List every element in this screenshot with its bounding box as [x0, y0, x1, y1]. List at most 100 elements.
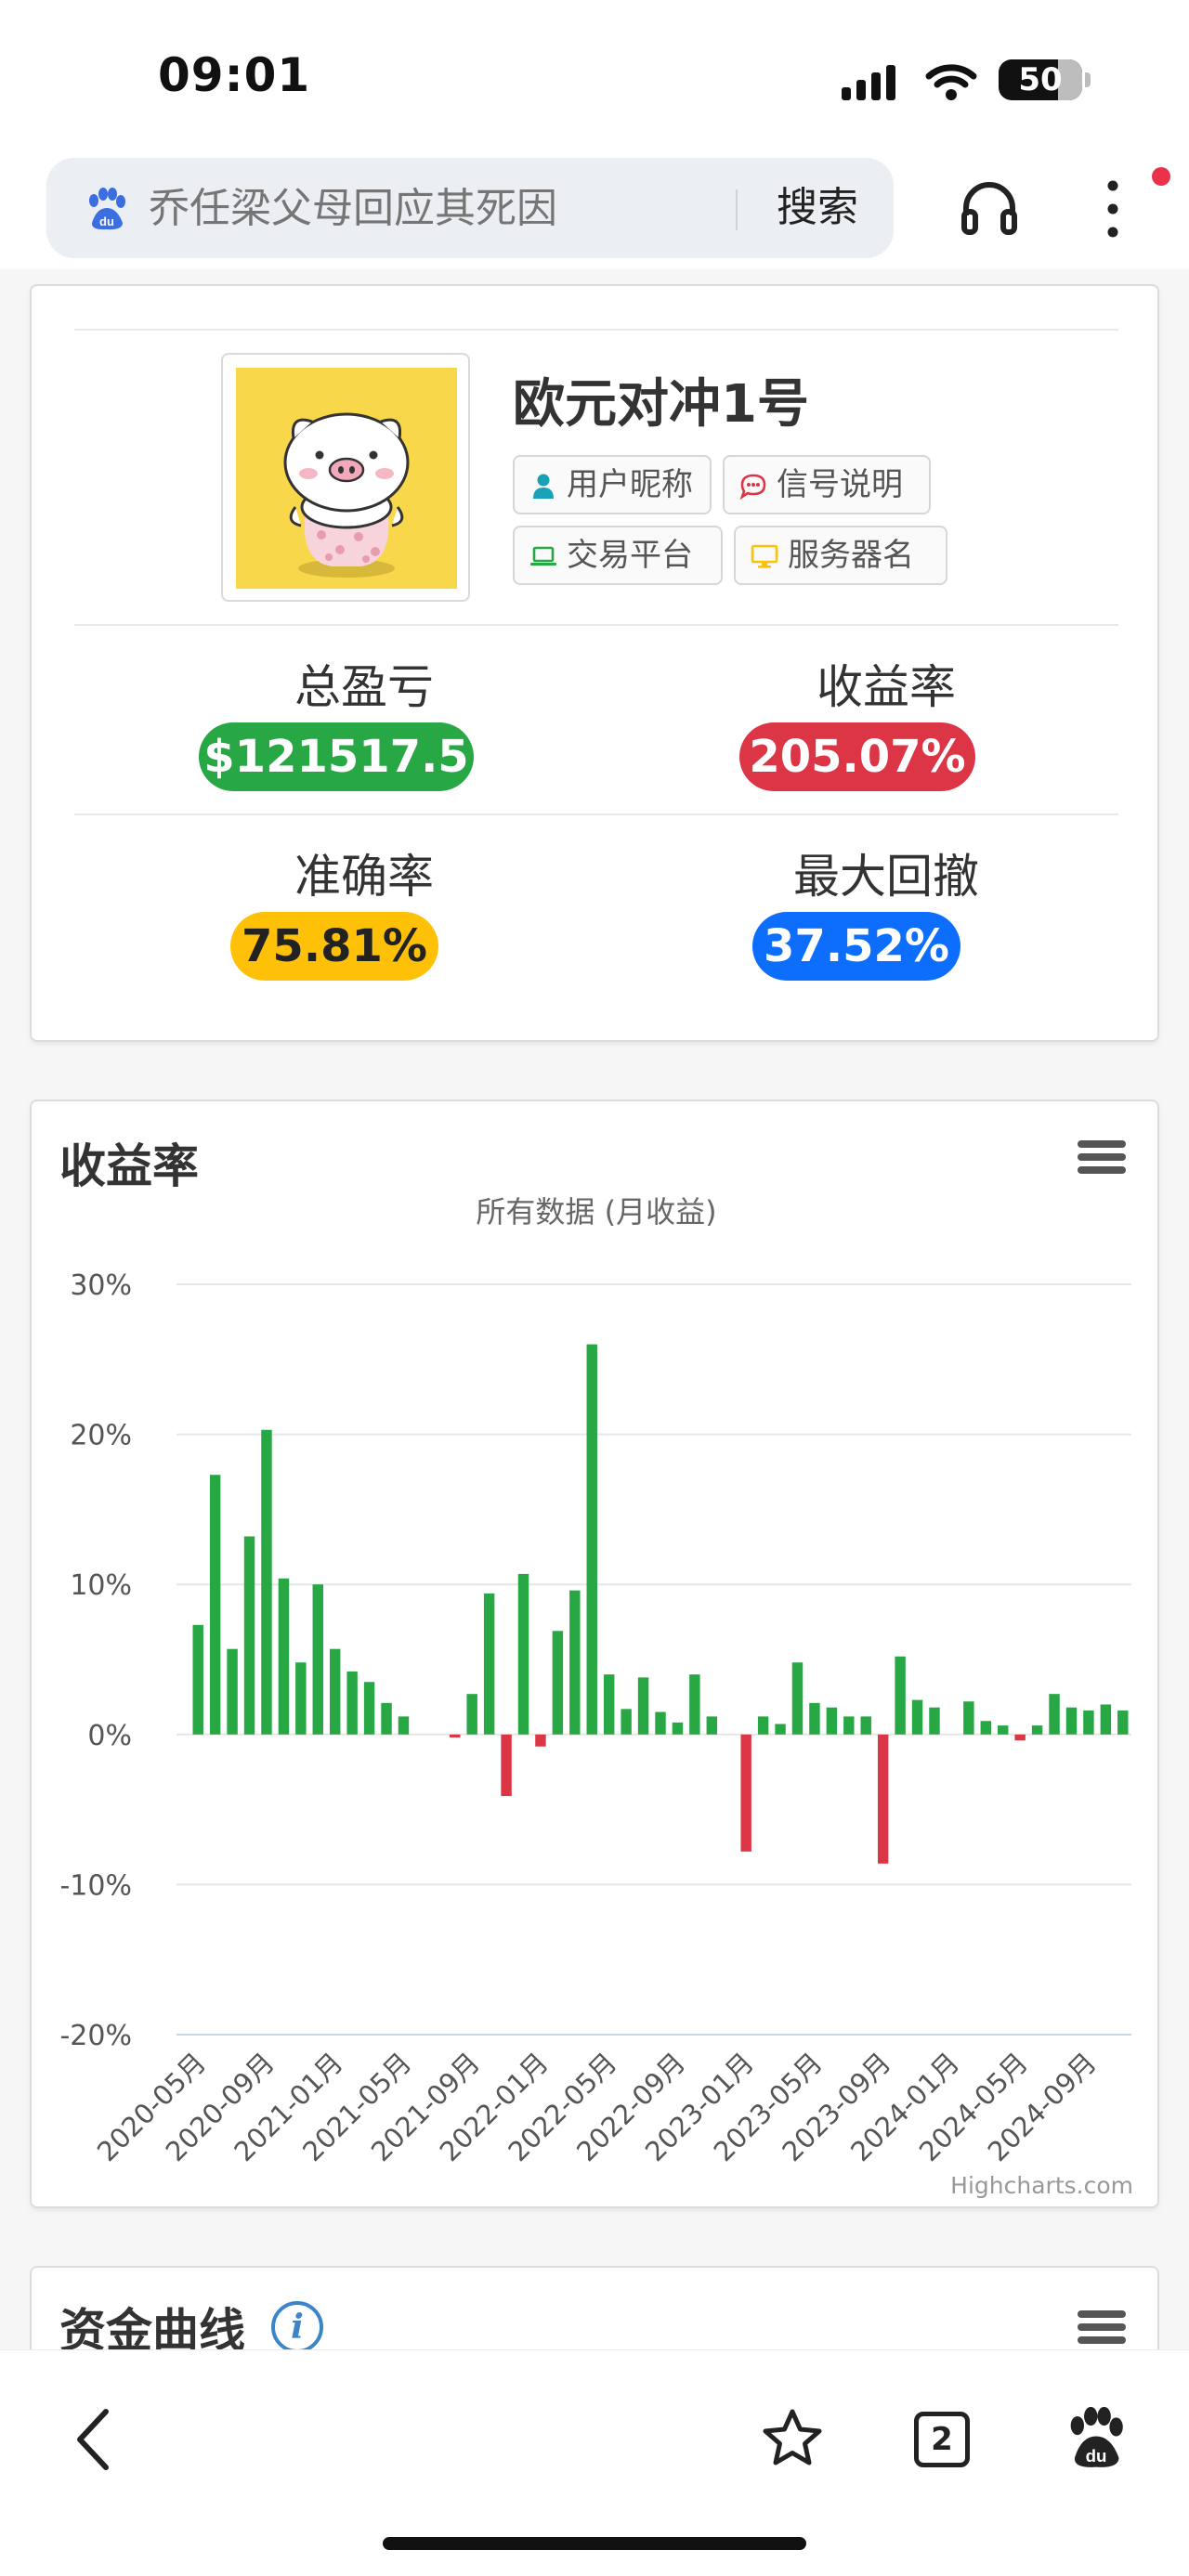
pig-avatar-icon	[283, 412, 410, 578]
y-tick-label: -10%	[59, 1869, 132, 1902]
total-pnl-badge: $121517.5	[199, 722, 474, 791]
chart-bar	[826, 1707, 838, 1735]
chat-bubble-icon	[739, 474, 766, 500]
info-icon[interactable]: i	[271, 2301, 323, 2353]
chart-bar	[209, 1475, 221, 1735]
chart-subtitle: 所有数据 (月收益)	[476, 1194, 716, 1229]
chart-bar	[586, 1344, 597, 1735]
chart-bar	[192, 1624, 203, 1735]
search-box[interactable]: du 搜索	[46, 158, 894, 258]
tag-label: 信号说明	[777, 466, 903, 503]
y-tick-label: 10%	[70, 1569, 132, 1602]
tag-label: 用户昵称	[567, 466, 693, 503]
chart-bar	[381, 1702, 392, 1735]
baidu-paw-icon[interactable]: du	[1063, 2404, 1130, 2471]
divider	[736, 189, 738, 230]
laptop-icon	[530, 546, 556, 566]
chart-bar	[911, 1699, 923, 1735]
chart-bar	[312, 1584, 323, 1735]
chart-bar	[775, 1724, 786, 1735]
max-drawdown-badge: 37.52%	[752, 912, 960, 981]
chart-bar	[655, 1711, 666, 1735]
divider	[74, 813, 1118, 815]
chart-bar	[450, 1734, 461, 1738]
home-indicator	[383, 2537, 806, 2550]
max-drawdown-label: 最大回撤	[793, 850, 979, 904]
tag-user-nickname[interactable]: 用户昵称	[513, 455, 712, 514]
chart-menu-icon[interactable]	[1078, 2310, 1126, 2348]
chart-bar	[1049, 1694, 1060, 1735]
battery-level: 50	[1018, 61, 1063, 98]
tag-signal-description[interactable]: 信号说明	[723, 455, 931, 514]
more-menu-icon[interactable]	[1094, 176, 1131, 241]
star-icon[interactable]	[760, 2406, 825, 2471]
chart-bar	[569, 1590, 581, 1735]
total-pnl-label: 总盈亏	[294, 660, 434, 714]
chart-credit: Highcharts.com	[950, 2172, 1133, 2199]
battery-tip	[1085, 72, 1091, 87]
chart-bar	[483, 1593, 495, 1735]
chart-bar	[1117, 1710, 1129, 1735]
y-tick-label: 30%	[70, 1269, 132, 1302]
chart-bar	[227, 1648, 238, 1735]
chart-bar	[740, 1734, 751, 1852]
return-badge: 205.07%	[739, 722, 975, 791]
battery-icon: 50	[999, 59, 1082, 100]
chart-bar	[998, 1725, 1009, 1735]
chart-bar	[329, 1648, 341, 1735]
status-bar: 09:01 50	[0, 0, 1189, 149]
svg-text:du: du	[1086, 2446, 1107, 2465]
clock: 09:01	[158, 48, 311, 102]
accuracy-label: 准确率	[294, 850, 434, 904]
tabs-count-button[interactable]: 2	[914, 2412, 970, 2467]
chart-bar	[843, 1716, 855, 1735]
chart-bar	[637, 1677, 649, 1735]
cellular-signal-icon	[842, 65, 897, 100]
chart-bar	[689, 1674, 700, 1735]
notification-dot	[1152, 167, 1170, 186]
strategy-name: 欧元对冲1号	[513, 374, 809, 435]
chart-bar	[1014, 1734, 1026, 1741]
tag-label: 服务器名	[788, 537, 914, 574]
y-tick-label: 20%	[70, 1420, 132, 1452]
chart-bar	[1100, 1704, 1112, 1735]
search-button[interactable]: 搜索	[762, 176, 873, 240]
chart-bar	[501, 1734, 512, 1797]
chart-bar	[963, 1701, 974, 1735]
tag-label: 交易平台	[567, 537, 693, 574]
chart-bar	[517, 1573, 529, 1735]
svg-text:du: du	[99, 215, 114, 228]
browser-toolbar: du 搜索	[0, 149, 1189, 269]
avatar	[236, 368, 457, 589]
chart-bar	[535, 1734, 546, 1747]
chart-bar	[757, 1716, 769, 1735]
search-input[interactable]	[149, 176, 762, 240]
chart-bar	[860, 1716, 871, 1735]
return-chart-card: 收益率 所有数据 (月收益) 30% 20% 10% 0% -10% -20% 2020-05…	[30, 1099, 1159, 2208]
chart-bar	[672, 1722, 684, 1735]
user-icon	[533, 474, 554, 499]
chart-bar	[621, 1709, 632, 1735]
chart-bar	[261, 1429, 272, 1735]
tag-server-name[interactable]: 服务器名	[734, 526, 947, 585]
chart-bar	[346, 1671, 358, 1735]
wifi-icon	[925, 64, 977, 100]
y-tick-label: 0%	[87, 1720, 132, 1752]
chart-bar	[278, 1578, 290, 1735]
monthly-return-chart: 所有数据 (月收益)30%20%10%0%-10%-20%2020-05月202…	[59, 1194, 1133, 2199]
chart-bar	[398, 1716, 410, 1735]
chart-bar	[363, 1682, 375, 1735]
headphones-icon[interactable]	[957, 175, 1022, 240]
chart-bar	[706, 1716, 718, 1735]
chart-bar	[1083, 1710, 1094, 1735]
chart-bar	[791, 1662, 804, 1735]
divider	[74, 624, 1118, 626]
chart-bar	[552, 1631, 564, 1735]
tag-trading-platform[interactable]: 交易平台	[513, 526, 723, 585]
chart-bar	[603, 1674, 615, 1735]
chart-bar	[895, 1656, 906, 1735]
chart-bar	[295, 1662, 307, 1735]
accuracy-badge: 75.81%	[230, 912, 438, 981]
back-icon[interactable]	[65, 2402, 121, 2477]
chart-bar	[243, 1536, 255, 1735]
